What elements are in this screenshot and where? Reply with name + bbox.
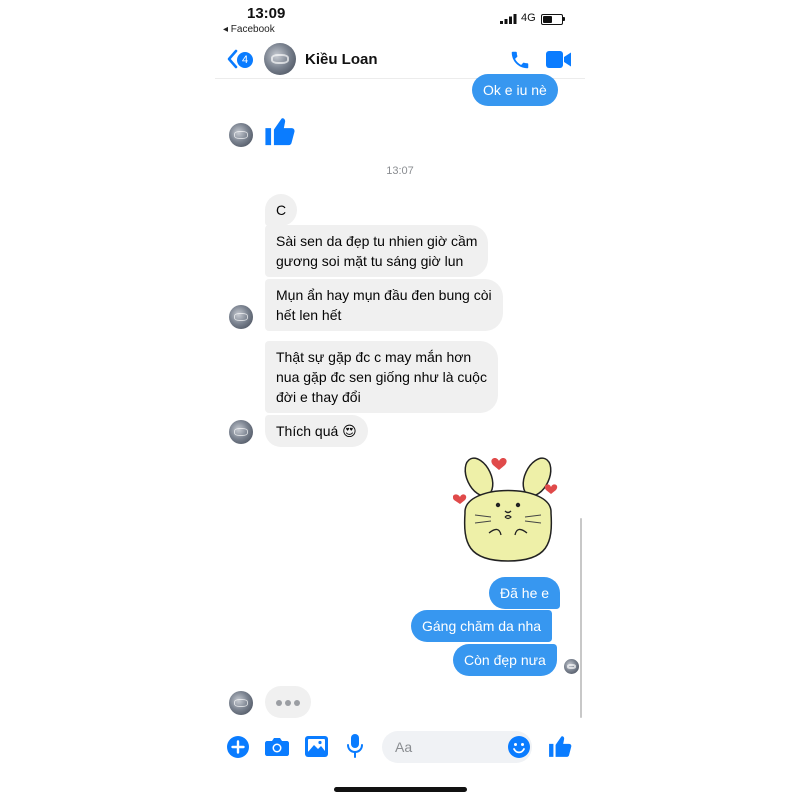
status-bar: 13:09 ◂ Facebook 4G [215,0,585,40]
incoming-message[interactable]: Mụn ẩn hay mụn đầu đen bung còi hết len … [265,279,503,331]
message-line: Thật sự gặp đc c may mắn hơn [276,349,472,365]
camera-icon[interactable] [265,736,289,757]
contact-name[interactable]: Kiều Loan [305,51,378,68]
message-timestamp: 13:07 [386,165,414,177]
contact-avatar[interactable] [264,43,296,75]
image-icon[interactable] [305,736,328,757]
unread-count-badge[interactable]: 4 [237,52,253,68]
thumbs-up-icon[interactable] [548,733,574,759]
status-time: 13:09 [247,5,286,22]
battery-icon [541,14,563,25]
outgoing-message[interactable]: Đã he e [489,577,561,609]
incoming-message[interactable]: C [265,194,298,226]
contact-avatar-small[interactable] [229,420,253,444]
bunny-sticker[interactable] [453,453,563,563]
incoming-message[interactable]: Thật sự gặp đc c may mắn hơn nua gặp đc … [265,341,498,413]
home-indicator[interactable] [334,787,467,792]
read-receipt-avatar [564,659,579,674]
contact-avatar-small[interactable] [229,691,253,715]
message-line: hết len hết [276,307,342,323]
incoming-message[interactable]: Thích quá 😍 [265,415,368,447]
back-to-app-link[interactable]: ◂ Facebook [223,24,275,35]
microphone-icon[interactable] [347,734,363,758]
chat-scrollbar[interactable] [580,518,582,718]
message-line: nua gặp đc sen giống như là cuộc [276,369,487,385]
message-line: Sài sen da đẹp tu nhien giờ cầm [276,233,478,249]
incoming-message[interactable]: Sài sen da đẹp tu nhien giờ cầm gương so… [265,225,489,277]
typing-indicator [265,686,311,718]
outgoing-message[interactable]: Ok e iu nè [472,74,558,106]
typing-dot [276,700,282,706]
network-type: 4G [521,12,536,24]
typing-dot [294,700,300,706]
message-line: đời e thay đổi [276,389,361,405]
contact-avatar-small[interactable] [229,123,253,147]
plus-icon[interactable] [227,736,249,758]
typing-dot [285,700,291,706]
messenger-screen: 13:09 ◂ Facebook 4G 4 Kiều Loan Ok e iu … [215,0,585,800]
emoji-icon[interactable] [508,736,530,758]
video-camera-icon[interactable] [546,51,572,68]
message-line: gương soi mặt tu sáng giờ lun [276,253,464,269]
contact-avatar-small[interactable] [229,305,253,329]
message-line: Mụn ẩn hay mụn đầu đen bung còi [276,287,492,303]
message-composer [215,728,585,768]
phone-icon[interactable] [509,49,531,71]
outgoing-message[interactable]: Gáng chăm da nha [411,610,553,642]
cell-signal-icon [500,14,517,24]
battery-tip [563,17,565,21]
outgoing-message[interactable]: Còn đẹp nưa [453,644,557,676]
thumbs-up-icon[interactable] [264,114,298,148]
